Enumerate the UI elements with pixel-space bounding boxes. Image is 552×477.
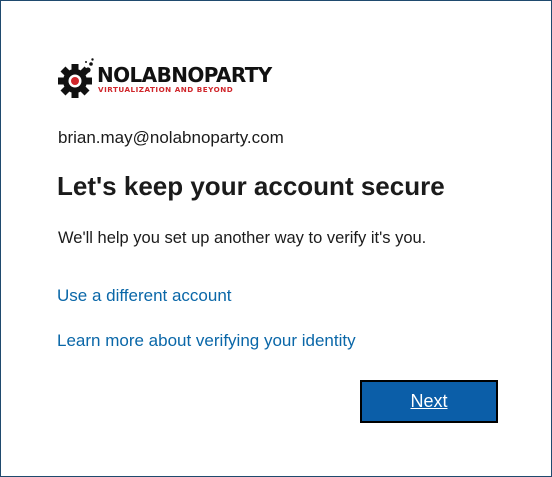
account-email: brian.may@nolabnoparty.com [58, 128, 284, 147]
logo-wordmark: NOLABNOPARTY [97, 63, 272, 87]
gear-icon [58, 58, 94, 98]
learn-more-link[interactable]: Learn more about verifying your identity [57, 330, 356, 352]
use-different-account-link[interactable]: Use a different account [57, 285, 232, 307]
logo-tagline: VIRTUALIZATION AND BEYOND [98, 85, 234, 94]
next-button[interactable]: Next [360, 380, 498, 423]
company-logo: NOLABNOPARTY VIRTUALIZATION AND BEYOND [57, 57, 272, 101]
page-description: We'll help you set up another way to ver… [58, 229, 427, 247]
page-title: Let's keep your account secure [57, 171, 445, 201]
sign-in-dialog: NOLABNOPARTY VIRTUALIZATION AND BEYOND b… [0, 0, 552, 477]
